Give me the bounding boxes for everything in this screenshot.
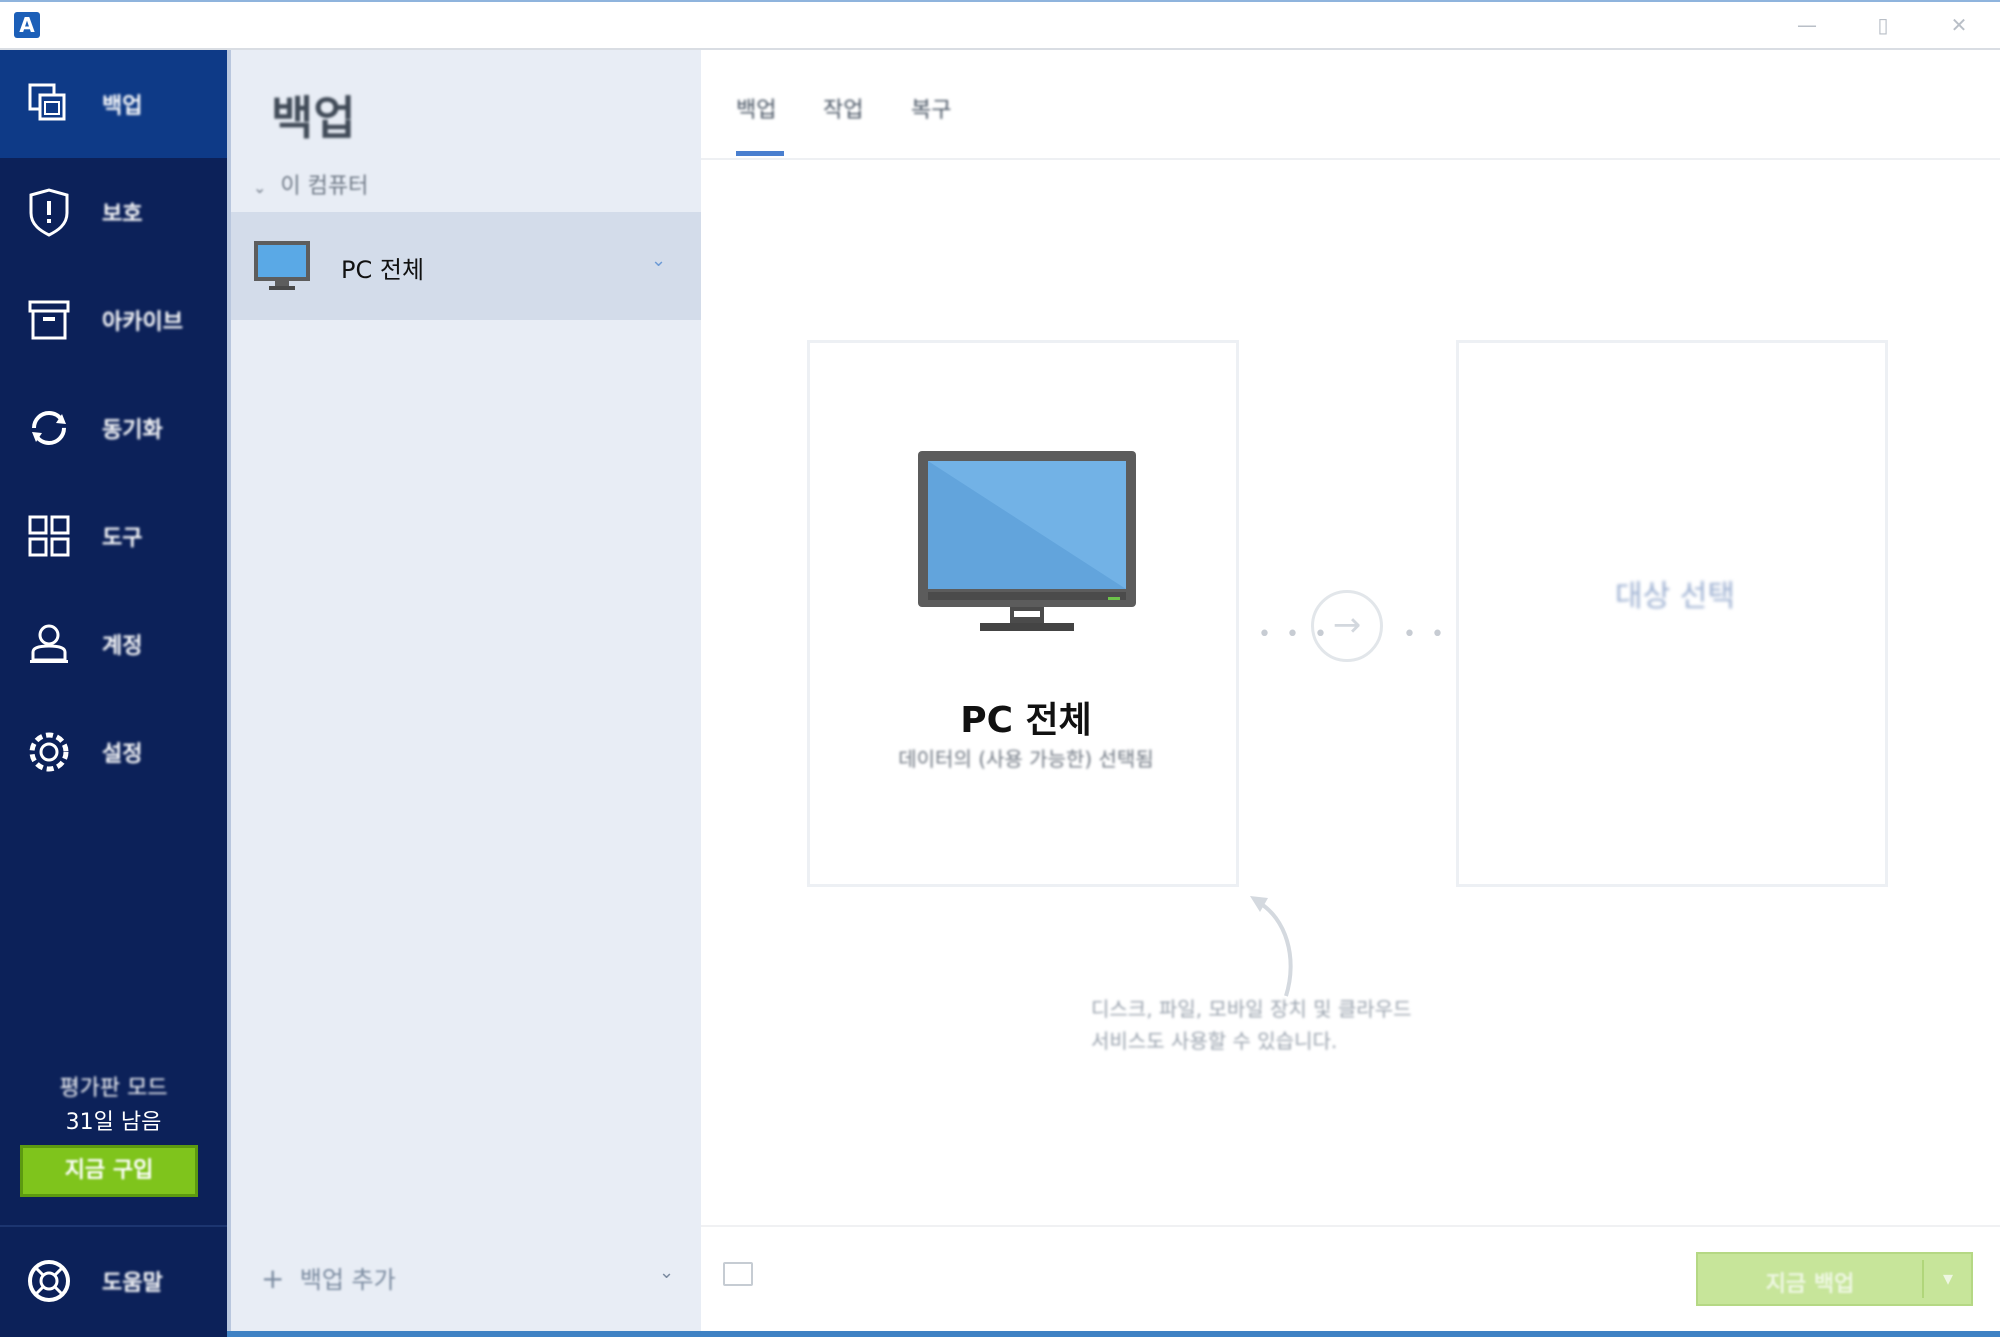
source-title: PC 전체 <box>960 700 1092 741</box>
sidebar-item-backup[interactable]: 백업 <box>0 50 227 158</box>
backup-list-item-label: PC 전체 <box>341 256 425 284</box>
trial-status: 평가판 모드 <box>59 1076 168 1101</box>
sidebar-item-label: 동기화 <box>102 418 163 443</box>
sidebar-item-help[interactable]: 도움말 <box>0 1227 227 1335</box>
chevron-down-icon[interactable]: ▾ <box>1928 1266 1968 1290</box>
monitor-icon <box>253 240 311 296</box>
minimize-button[interactable]: — <box>1792 12 1822 38</box>
tab-backup[interactable]: 백업 <box>736 92 776 124</box>
buy-now-button[interactable]: 지금 구입 <box>20 1145 198 1197</box>
app-logo: A <box>14 12 40 38</box>
sidebar-item-label: 설정 <box>102 742 143 767</box>
title-bar: A — ▯ ✕ <box>0 0 2000 50</box>
archive-icon <box>22 293 76 347</box>
destination-label: 대상 선택 <box>1615 579 1735 614</box>
group-header-label: 이 컴퓨터 <box>280 174 369 199</box>
sidebar-item-label: 아카이브 <box>102 310 183 335</box>
sidebar-item-settings[interactable]: 설정 <box>0 698 227 806</box>
sidebar-item-protection[interactable]: 보호 <box>0 158 227 266</box>
source-subtitle: 데이터의 (사용 가능한) 선택됨 <box>898 747 1154 771</box>
sidebar-item-archive[interactable]: 아카이브 <box>0 266 227 374</box>
backup-now-button[interactable]: 지금 백업 ▾ <box>1696 1252 1973 1306</box>
maximize-button[interactable]: ▯ <box>1868 12 1898 38</box>
chevron-down-icon[interactable]: ⌄ <box>659 1262 674 1283</box>
tools-icon <box>22 509 76 563</box>
tab-activity[interactable]: 작업 <box>823 92 863 124</box>
active-tab-indicator <box>736 151 784 156</box>
chevron-down-icon[interactable]: ⌄ <box>651 250 666 271</box>
sidebar-item-sync[interactable]: 동기화 <box>0 374 227 482</box>
sidebar-item-label: 도구 <box>102 526 143 551</box>
add-backup-button[interactable]: + 백업 추가 <box>261 1260 396 1295</box>
sidebar-item-label: 백업 <box>102 94 143 119</box>
curved-arrow-icon <box>1246 888 1316 1002</box>
help-icon <box>22 1254 76 1308</box>
trial-days-left: 31일 남음 <box>65 1110 162 1135</box>
footer-divider <box>701 1225 2000 1227</box>
sync-icon <box>22 401 76 455</box>
backup-list-item[interactable]: PC 전체 ⌄ <box>231 212 701 320</box>
sidebar-item-account[interactable]: 계정 <box>0 590 227 698</box>
sidebar-item-label: 도움말 <box>102 1271 163 1296</box>
plus-icon: + <box>261 1262 285 1295</box>
tab-recovery[interactable]: 복구 <box>911 92 951 124</box>
sidebar-item-label: 보호 <box>102 202 143 227</box>
hint-line: 서비스도 사용할 수 있습니다. <box>1091 1029 1338 1053</box>
close-button[interactable]: ✕ <box>1944 12 1974 38</box>
group-header-this-computer[interactable]: ⌄ 이 컴퓨터 <box>253 168 368 200</box>
gear-icon <box>22 725 76 779</box>
source-card[interactable]: PC 전체 데이터의 (사용 가능한) 선택됨 <box>807 340 1239 887</box>
hint-line: 디스크, 파일, 모바일 장치 및 클라우드 <box>1091 997 1412 1021</box>
tab-divider <box>701 158 2000 160</box>
backup-now-label: 지금 백업 <box>1765 1272 1855 1297</box>
backup-icon <box>22 77 76 131</box>
bottom-accent-bar <box>227 1331 2000 1337</box>
backup-list-panel: 백업 ⌄ 이 컴퓨터 PC 전체 ⌄ + 백업 추가 ⌄ <box>227 50 701 1337</box>
sidebar-item-label: 계정 <box>102 634 143 659</box>
account-icon <box>22 617 76 671</box>
panel-title: 백업 <box>271 91 356 145</box>
comment-icon[interactable] <box>723 1262 753 1286</box>
shield-icon <box>22 185 76 239</box>
button-separator <box>1922 1260 1924 1298</box>
hint-text: 디스크, 파일, 모바일 장치 및 클라우드 서비스도 사용할 수 있습니다. <box>1091 993 1551 1057</box>
sidebar-item-tools[interactable]: 도구 <box>0 482 227 590</box>
collapse-icon: ⌄ <box>253 178 267 197</box>
main-content: 백업 작업 복구 PC 전체 데이터의 (사용 가능한) 선택됨 • • • →… <box>701 50 2000 1337</box>
add-backup-label: 백업 추가 <box>299 1266 396 1294</box>
arrow-right-icon: → <box>1311 590 1383 662</box>
destination-card[interactable]: 대상 선택 <box>1456 340 1888 887</box>
monitor-icon <box>918 451 1136 641</box>
sidebar: 백업 보호 아카이브 동기화 도구 계정 설정 평가판 모드 31일 남음 지금… <box>0 50 227 1337</box>
